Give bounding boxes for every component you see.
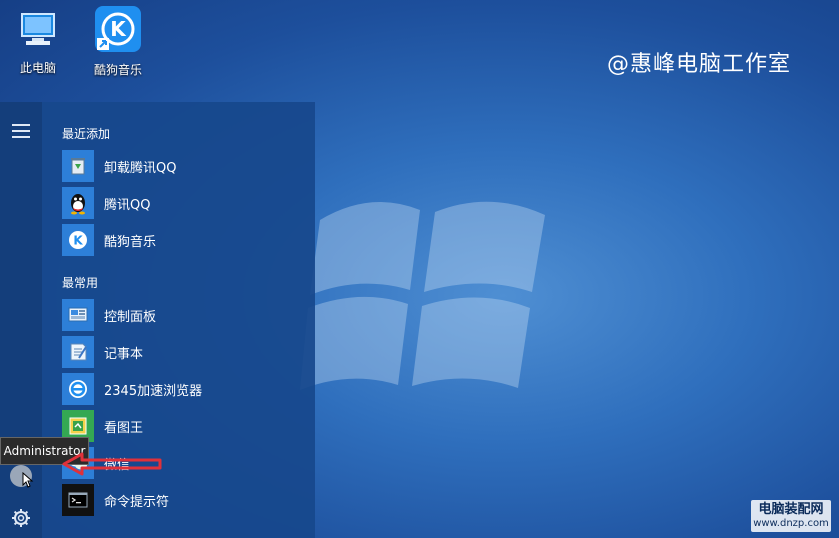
mouse-cursor-icon [22, 472, 34, 488]
menu-item-qq[interactable]: 腾讯QQ [62, 186, 302, 220]
start-menu-rail [0, 102, 42, 538]
desktop-icon-kugou[interactable]: K 酷狗音乐 [83, 4, 153, 78]
image-viewer-icon [69, 417, 87, 435]
menu-item-label: 卸载腾讯QQ [104, 160, 177, 176]
menu-item-control-panel[interactable]: 控制面板 [62, 298, 302, 332]
desktop-icon-label: 此电脑 [19, 61, 56, 75]
menu-item-2345-browser[interactable]: 2345加速浏览器 [62, 372, 302, 406]
corner-watermark-title: 电脑装配网 [758, 502, 824, 517]
tile [62, 187, 94, 219]
gear-icon[interactable] [11, 508, 31, 528]
section-title-frequent: 最常用 [62, 276, 99, 290]
tile [62, 336, 94, 368]
computer-icon [21, 13, 55, 45]
menu-item-image-viewer[interactable]: 看图王 [62, 409, 302, 443]
menu-item-uninstall-qq[interactable]: 卸载腾讯QQ [62, 149, 302, 183]
kugou-icon: K [95, 6, 141, 52]
desktop: @惠峰电脑工作室 电脑装配网 www.dnzp.com 此电脑 K 酷狗音乐 最… [0, 0, 839, 538]
menu-item-label: 控制面板 [104, 309, 157, 325]
menu-item-label: 看图王 [104, 420, 144, 436]
section-title-recent: 最近添加 [62, 127, 111, 141]
tile: K [62, 224, 94, 256]
browser-icon [69, 380, 87, 398]
red-arrow-annotation-icon [62, 452, 162, 476]
menu-item-label: 2345加速浏览器 [104, 383, 203, 399]
menu-item-label: 记事本 [104, 346, 144, 362]
desktop-icon-this-pc[interactable]: 此电脑 [3, 8, 73, 76]
menu-item-kugou[interactable]: K 酷狗音乐 [62, 223, 302, 257]
corner-watermark-url: www.dnzp.com [753, 518, 829, 529]
tile [62, 484, 94, 516]
menu-item-cmd[interactable]: 命令提示符 [62, 483, 302, 517]
corner-watermark: 电脑装配网 www.dnzp.com [751, 500, 831, 532]
menu-item-label: 腾讯QQ [104, 197, 151, 213]
tile [62, 373, 94, 405]
menu-item-notepad[interactable]: 记事本 [62, 335, 302, 369]
windows-logo-icon [300, 201, 545, 390]
watermark-text: @惠峰电脑工作室 [607, 52, 792, 77]
recycle-icon [71, 158, 85, 175]
menu-item-label: 酷狗音乐 [104, 234, 157, 250]
hamburger-menu-icon[interactable] [12, 124, 30, 142]
control-panel-icon [68, 307, 88, 322]
qq-penguin-icon [71, 194, 85, 215]
svg-text:K: K [73, 234, 83, 248]
cmd-icon [68, 492, 88, 508]
menu-item-label: 命令提示符 [104, 494, 170, 510]
desktop-icon-label: 酷狗音乐 [93, 63, 142, 77]
tile [62, 150, 94, 182]
notepad-icon [70, 343, 87, 361]
kugou-icon: K [69, 231, 87, 249]
svg-text:K: K [110, 17, 127, 41]
tile [62, 299, 94, 331]
